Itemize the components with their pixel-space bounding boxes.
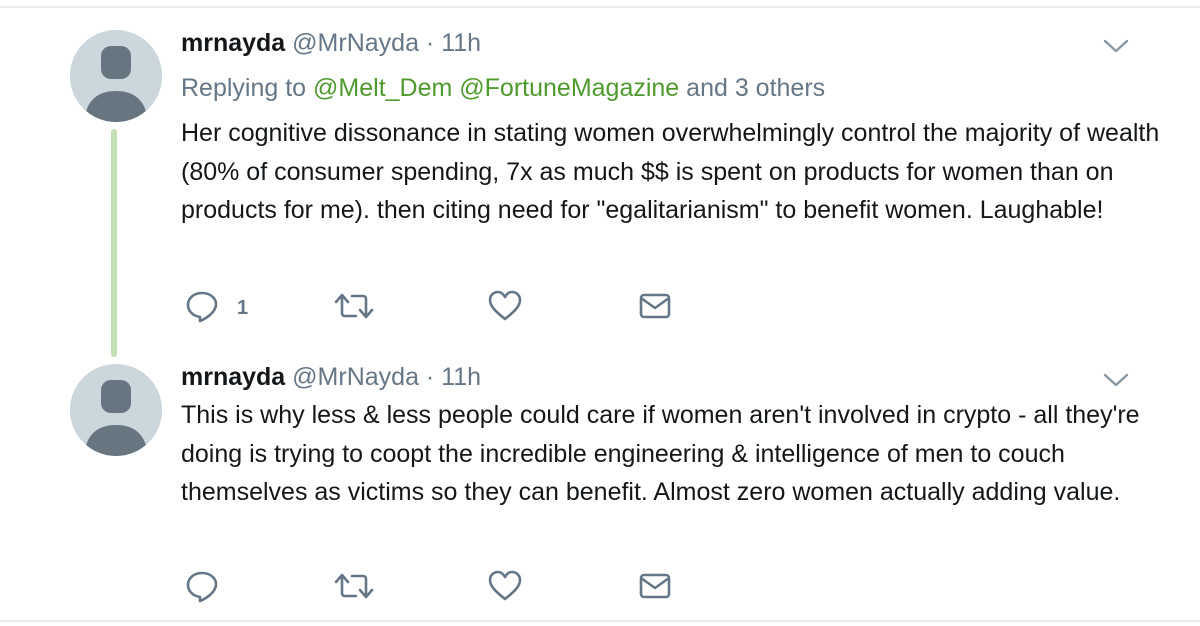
mention-link[interactable]: @Melt_Dem (313, 74, 452, 102)
tweet-2[interactable]: mrnayda @MrNayda · 11h This is why less … (0, 350, 1200, 620)
reply-icon (185, 289, 219, 328)
tweet-text: This is why less & less people could car… (181, 401, 1140, 506)
envelope-icon (638, 289, 672, 328)
tweet-actions: 1 (0, 288, 1200, 328)
replying-prefix: Replying to (181, 74, 307, 102)
tweet-actions (0, 568, 1200, 608)
timestamp[interactable]: 11h (441, 363, 481, 391)
reply-button[interactable] (185, 568, 237, 608)
replying-suffix[interactable]: and 3 others (686, 74, 825, 102)
default-avatar-icon[interactable] (70, 364, 162, 456)
direct-message-button[interactable] (638, 568, 672, 608)
tweet-header: mrnayda @MrNayda · 11h (181, 362, 481, 392)
chevron-down-icon[interactable] (1102, 370, 1130, 390)
retweet-button[interactable] (334, 288, 374, 328)
display-name[interactable]: mrnayda (181, 29, 285, 57)
replying-to-line: Replying to @Melt_Dem @FortuneMagazine a… (181, 72, 825, 104)
like-button[interactable] (487, 288, 523, 328)
reply-icon (185, 569, 219, 608)
user-handle[interactable]: @MrNayda (292, 363, 419, 391)
tweet-1[interactable]: mrnayda @MrNayda · 11h Replying to @Melt… (0, 0, 1200, 350)
tweet-header: mrnayda @MrNayda · 11h (181, 28, 481, 58)
bottom-divider (0, 620, 1200, 622)
envelope-icon (638, 569, 672, 608)
user-handle[interactable]: @MrNayda (292, 29, 419, 57)
heart-icon (487, 289, 523, 328)
separator-dot: · (425, 363, 435, 391)
reply-button[interactable]: 1 (185, 288, 248, 328)
timestamp[interactable]: 11h (441, 29, 481, 57)
direct-message-button[interactable] (638, 288, 672, 328)
retweet-icon (334, 289, 374, 328)
display-name[interactable]: mrnayda (181, 363, 285, 391)
retweet-icon (334, 569, 374, 608)
reply-count: 1 (237, 296, 249, 319)
mention-link[interactable]: @FortuneMagazine (459, 74, 679, 102)
retweet-button[interactable] (334, 568, 374, 608)
separator-dot: · (425, 29, 435, 57)
heart-icon (487, 569, 523, 608)
tweet-text: Her cognitive dissonance in stating wome… (181, 119, 1160, 224)
chevron-down-icon[interactable] (1102, 36, 1130, 56)
like-button[interactable] (487, 568, 523, 608)
tweet-thread: mrnayda @MrNayda · 11h Replying to @Melt… (0, 0, 1200, 626)
default-avatar-icon[interactable] (70, 30, 162, 122)
